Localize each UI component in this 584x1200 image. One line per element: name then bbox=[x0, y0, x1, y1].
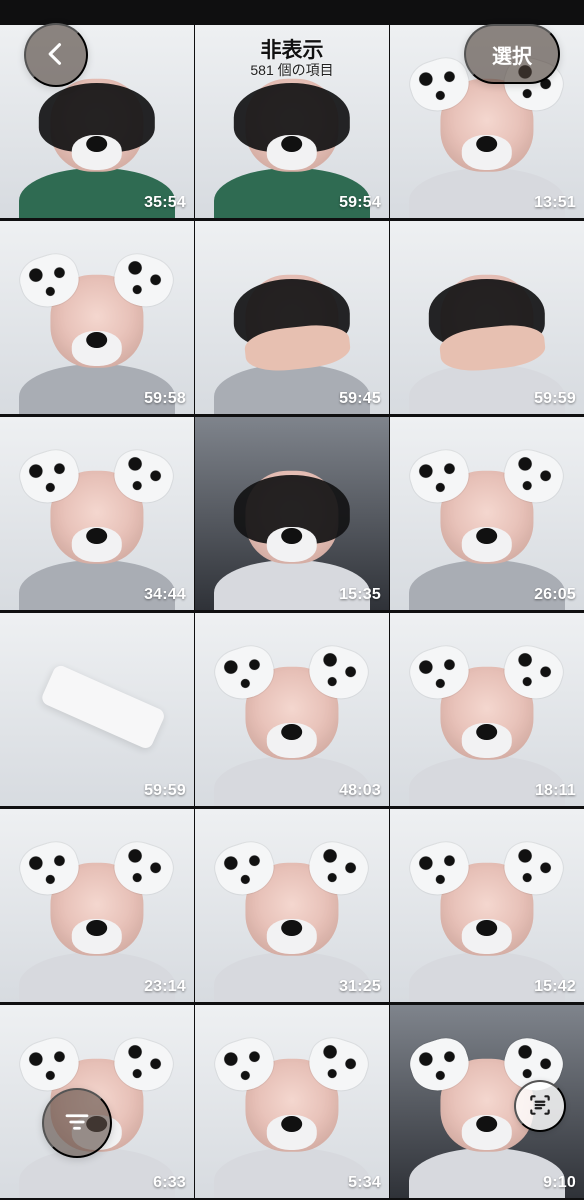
video-duration: 23:14 bbox=[144, 978, 186, 995]
video-thumbnail[interactable]: 59:59 bbox=[0, 613, 194, 806]
video-duration: 31:25 bbox=[339, 978, 381, 995]
filter-icon bbox=[62, 1107, 92, 1140]
video-thumbnail[interactable]: 59:45 bbox=[195, 221, 389, 414]
video-thumbnail[interactable]: 26:05 bbox=[390, 417, 584, 610]
video-thumbnail[interactable]: 18:11 bbox=[390, 613, 584, 806]
dog-nose-overlay bbox=[461, 135, 513, 170]
video-duration: 59:45 bbox=[339, 390, 381, 407]
video-thumbnail[interactable]: 31:25 bbox=[195, 809, 389, 1002]
video-thumbnail[interactable]: 34:44 bbox=[0, 417, 194, 610]
dog-nose-overlay bbox=[266, 919, 318, 954]
video-thumbnail[interactable]: 5:34 bbox=[195, 1005, 389, 1198]
filter-button[interactable] bbox=[42, 1088, 112, 1158]
video-duration: 6:33 bbox=[153, 1174, 186, 1191]
video-duration: 5:34 bbox=[348, 1174, 381, 1191]
dog-nose-overlay bbox=[461, 1115, 513, 1150]
scan-icon-svg bbox=[530, 1094, 550, 1115]
video-thumbnail[interactable]: 59:58 bbox=[0, 221, 194, 414]
video-thumbnail[interactable]: 59:59 bbox=[390, 221, 584, 414]
dog-nose-overlay bbox=[461, 919, 513, 954]
video-duration: 18:11 bbox=[534, 782, 576, 799]
filter-icon-svg bbox=[65, 1113, 89, 1130]
scan-icon bbox=[527, 1092, 553, 1121]
video-thumbnail[interactable]: 23:14 bbox=[0, 809, 194, 1002]
video-duration: 26:05 bbox=[534, 586, 576, 603]
video-duration: 9:10 bbox=[543, 1174, 576, 1191]
dog-nose-overlay bbox=[71, 919, 123, 954]
video-duration: 59:59 bbox=[534, 390, 576, 407]
dog-nose-overlay bbox=[461, 527, 513, 562]
dog-nose-overlay bbox=[266, 527, 318, 562]
video-thumbnail[interactable]: 15:35 bbox=[195, 417, 389, 610]
dog-nose-overlay bbox=[71, 331, 123, 366]
video-duration: 35:54 bbox=[144, 194, 186, 211]
video-duration: 59:59 bbox=[144, 782, 186, 799]
video-duration: 13:51 bbox=[534, 194, 576, 211]
video-duration: 15:42 bbox=[534, 978, 576, 995]
select-button[interactable]: 選択 bbox=[464, 24, 560, 84]
photos-hidden-screen: 35:54 59:54 13:51 59:58 59:45 59:59 34:4… bbox=[0, 0, 584, 1200]
media-grid: 35:54 59:54 13:51 59:58 59:45 59:59 34:4… bbox=[0, 0, 584, 1200]
video-duration: 48:03 bbox=[339, 782, 381, 799]
scan-button[interactable] bbox=[514, 1080, 566, 1132]
dog-nose-overlay bbox=[71, 527, 123, 562]
video-thumbnail[interactable]: 48:03 bbox=[195, 613, 389, 806]
video-duration: 15:35 bbox=[339, 586, 381, 603]
video-duration: 59:54 bbox=[339, 194, 381, 211]
dog-nose-overlay bbox=[71, 135, 123, 170]
video-thumbnail[interactable]: 15:42 bbox=[390, 809, 584, 1002]
video-duration: 34:44 bbox=[144, 586, 186, 603]
video-duration: 59:58 bbox=[144, 390, 186, 407]
dog-nose-overlay bbox=[266, 135, 318, 170]
dog-nose-overlay bbox=[461, 723, 513, 758]
dog-nose-overlay bbox=[266, 723, 318, 758]
dog-nose-overlay bbox=[266, 1115, 318, 1150]
